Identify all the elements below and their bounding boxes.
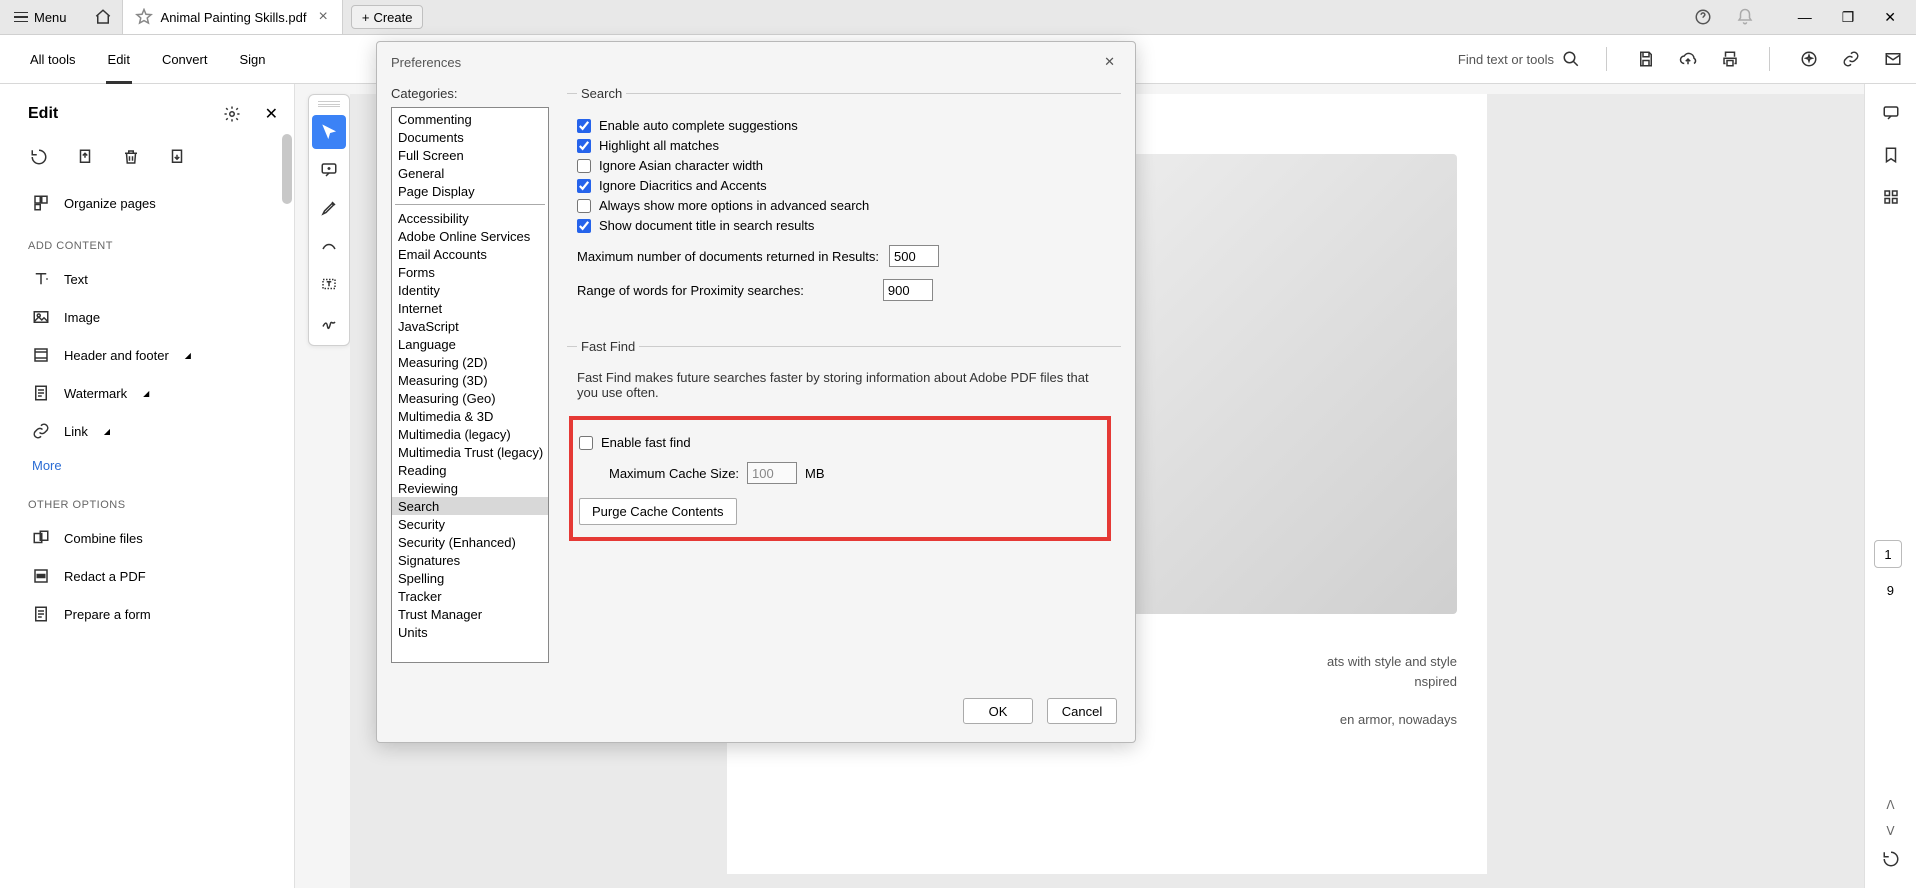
category-item[interactable]: Trust Manager	[392, 605, 548, 623]
proximity-label: Range of words for Proximity searches:	[577, 283, 804, 298]
category-item[interactable]: Language	[392, 335, 548, 353]
highlight-checkbox[interactable]	[577, 139, 591, 153]
category-item[interactable]: Multimedia (legacy)	[392, 425, 548, 443]
category-item[interactable]: Security	[392, 515, 548, 533]
category-item[interactable]: Units	[392, 623, 548, 641]
category-item[interactable]: JavaScript	[392, 317, 548, 335]
category-item[interactable]: Multimedia & 3D	[392, 407, 548, 425]
category-item[interactable]: Search	[392, 497, 548, 515]
category-item[interactable]: Reviewing	[392, 479, 548, 497]
categories-label: Categories:	[391, 86, 549, 101]
cache-size-input[interactable]	[747, 462, 797, 484]
enable-fastfind-label: Enable fast find	[601, 435, 691, 450]
category-item[interactable]: Reading	[392, 461, 548, 479]
close-dialog-icon[interactable]: ✕	[1098, 52, 1121, 72]
autocomplete-label: Enable auto complete suggestions	[599, 118, 798, 133]
category-item[interactable]: Signatures	[392, 551, 548, 569]
category-item[interactable]: Measuring (2D)	[392, 353, 548, 371]
highlight-label: Highlight all matches	[599, 138, 719, 153]
categories-list[interactable]: CommentingDocumentsFull ScreenGeneralPag…	[391, 107, 549, 663]
search-legend: Search	[577, 86, 626, 101]
category-item[interactable]: Identity	[392, 281, 548, 299]
cancel-button[interactable]: Cancel	[1047, 698, 1117, 724]
fastfind-legend: Fast Find	[577, 339, 639, 354]
show-title-label: Show document title in search results	[599, 218, 814, 233]
category-item[interactable]: Security (Enhanced)	[392, 533, 548, 551]
dialog-overlay: Preferences ✕ Categories: CommentingDocu…	[0, 0, 1916, 888]
category-item[interactable]: General	[392, 164, 548, 182]
category-item[interactable]: Accessibility	[392, 209, 548, 227]
category-item[interactable]: Measuring (Geo)	[392, 389, 548, 407]
ignore-asian-label: Ignore Asian character width	[599, 158, 763, 173]
preferences-dialog: Preferences ✕ Categories: CommentingDocu…	[376, 41, 1136, 743]
category-item[interactable]: Spelling	[392, 569, 548, 587]
proximity-input[interactable]	[883, 279, 933, 301]
max-docs-input[interactable]	[889, 245, 939, 267]
search-group: Search Enable auto complete suggestions …	[567, 86, 1121, 333]
cache-size-label: Maximum Cache Size:	[609, 466, 739, 481]
ignore-diacritics-checkbox[interactable]	[577, 179, 591, 193]
category-item[interactable]: Forms	[392, 263, 548, 281]
cache-unit-label: MB	[805, 466, 825, 481]
category-item[interactable]: Documents	[392, 128, 548, 146]
category-item[interactable]: Measuring (3D)	[392, 371, 548, 389]
category-item[interactable]: Multimedia Trust (legacy)	[392, 443, 548, 461]
category-item[interactable]: Tracker	[392, 587, 548, 605]
category-item[interactable]: Page Display	[392, 182, 548, 200]
category-item[interactable]: Adobe Online Services	[392, 227, 548, 245]
always-more-label: Always show more options in advanced sea…	[599, 198, 869, 213]
category-item[interactable]: Internet	[392, 299, 548, 317]
fastfind-group: Fast Find Fast Find makes future searche…	[567, 339, 1121, 561]
show-title-checkbox[interactable]	[577, 219, 591, 233]
category-item[interactable]: Full Screen	[392, 146, 548, 164]
always-more-checkbox[interactable]	[577, 199, 591, 213]
category-item[interactable]: Email Accounts	[392, 245, 548, 263]
category-item[interactable]: Commenting	[392, 110, 548, 128]
dialog-title: Preferences	[391, 55, 461, 70]
fastfind-description: Fast Find makes future searches faster b…	[577, 370, 1111, 400]
ignore-diacritics-label: Ignore Diacritics and Accents	[599, 178, 767, 193]
enable-fastfind-checkbox[interactable]	[579, 436, 593, 450]
ignore-asian-checkbox[interactable]	[577, 159, 591, 173]
ok-button[interactable]: OK	[963, 698, 1033, 724]
autocomplete-checkbox[interactable]	[577, 119, 591, 133]
highlighted-region: Enable fast find Maximum Cache Size: MB …	[569, 416, 1111, 541]
max-docs-label: Maximum number of documents returned in …	[577, 249, 879, 264]
purge-cache-button[interactable]: Purge Cache Contents	[579, 498, 737, 525]
